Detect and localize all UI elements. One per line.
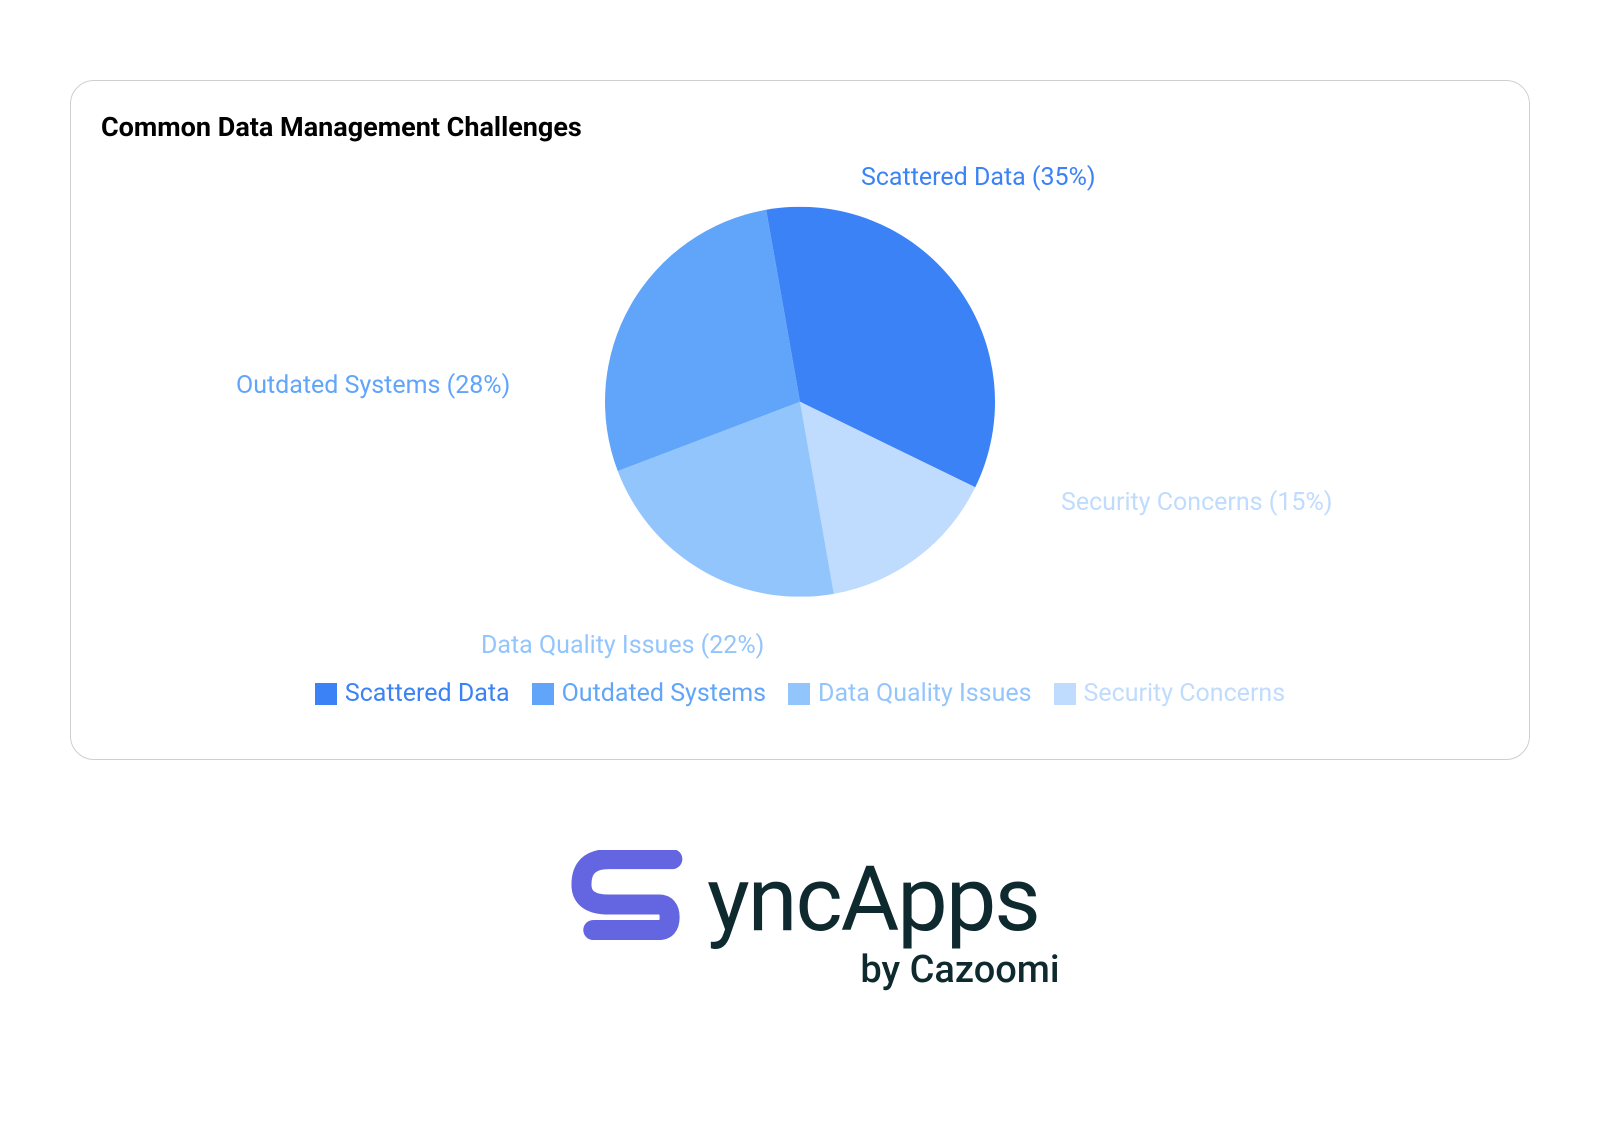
brand-row: yncApps [400, 850, 1200, 950]
legend-label: Security Concerns [1084, 679, 1286, 708]
legend-item-data-quality-issues: Data Quality Issues [788, 679, 1031, 708]
legend-item-security-concerns: Security Concerns [1054, 679, 1286, 708]
brand-name-text: yncApps [707, 855, 1039, 945]
slice-label-data-quality-issues: Data Quality Issues (22%) [481, 631, 764, 660]
legend-swatch-icon [532, 683, 554, 705]
legend-label: Scattered Data [345, 679, 510, 708]
slice-label-outdated-systems: Outdated Systems (28%) [236, 371, 510, 400]
pie-chart [605, 207, 995, 597]
legend-swatch-icon [1054, 683, 1076, 705]
legend-label: Outdated Systems [562, 679, 766, 708]
legend-swatch-icon [315, 683, 337, 705]
chart-legend: Scattered Data Outdated Systems Data Qua… [101, 679, 1499, 708]
legend-label: Data Quality Issues [818, 679, 1031, 708]
chart-card: Common Data Management Challenges Scatte… [70, 80, 1530, 760]
syncapps-s-icon [561, 850, 711, 950]
legend-item-scattered-data: Scattered Data [315, 679, 510, 708]
legend-swatch-icon [788, 683, 810, 705]
slice-label-security-concerns: Security Concerns (15%) [1061, 488, 1332, 517]
chart-title: Common Data Management Challenges [101, 111, 1499, 143]
legend-item-outdated-systems: Outdated Systems [532, 679, 766, 708]
brand-logo: yncApps by Cazoomi [400, 850, 1200, 992]
chart-area: Scattered Data (35%) Outdated Systems (2… [101, 153, 1499, 713]
slice-label-scattered-data: Scattered Data (35%) [861, 163, 1096, 192]
brand-byline: by Cazoomi [720, 948, 1200, 992]
